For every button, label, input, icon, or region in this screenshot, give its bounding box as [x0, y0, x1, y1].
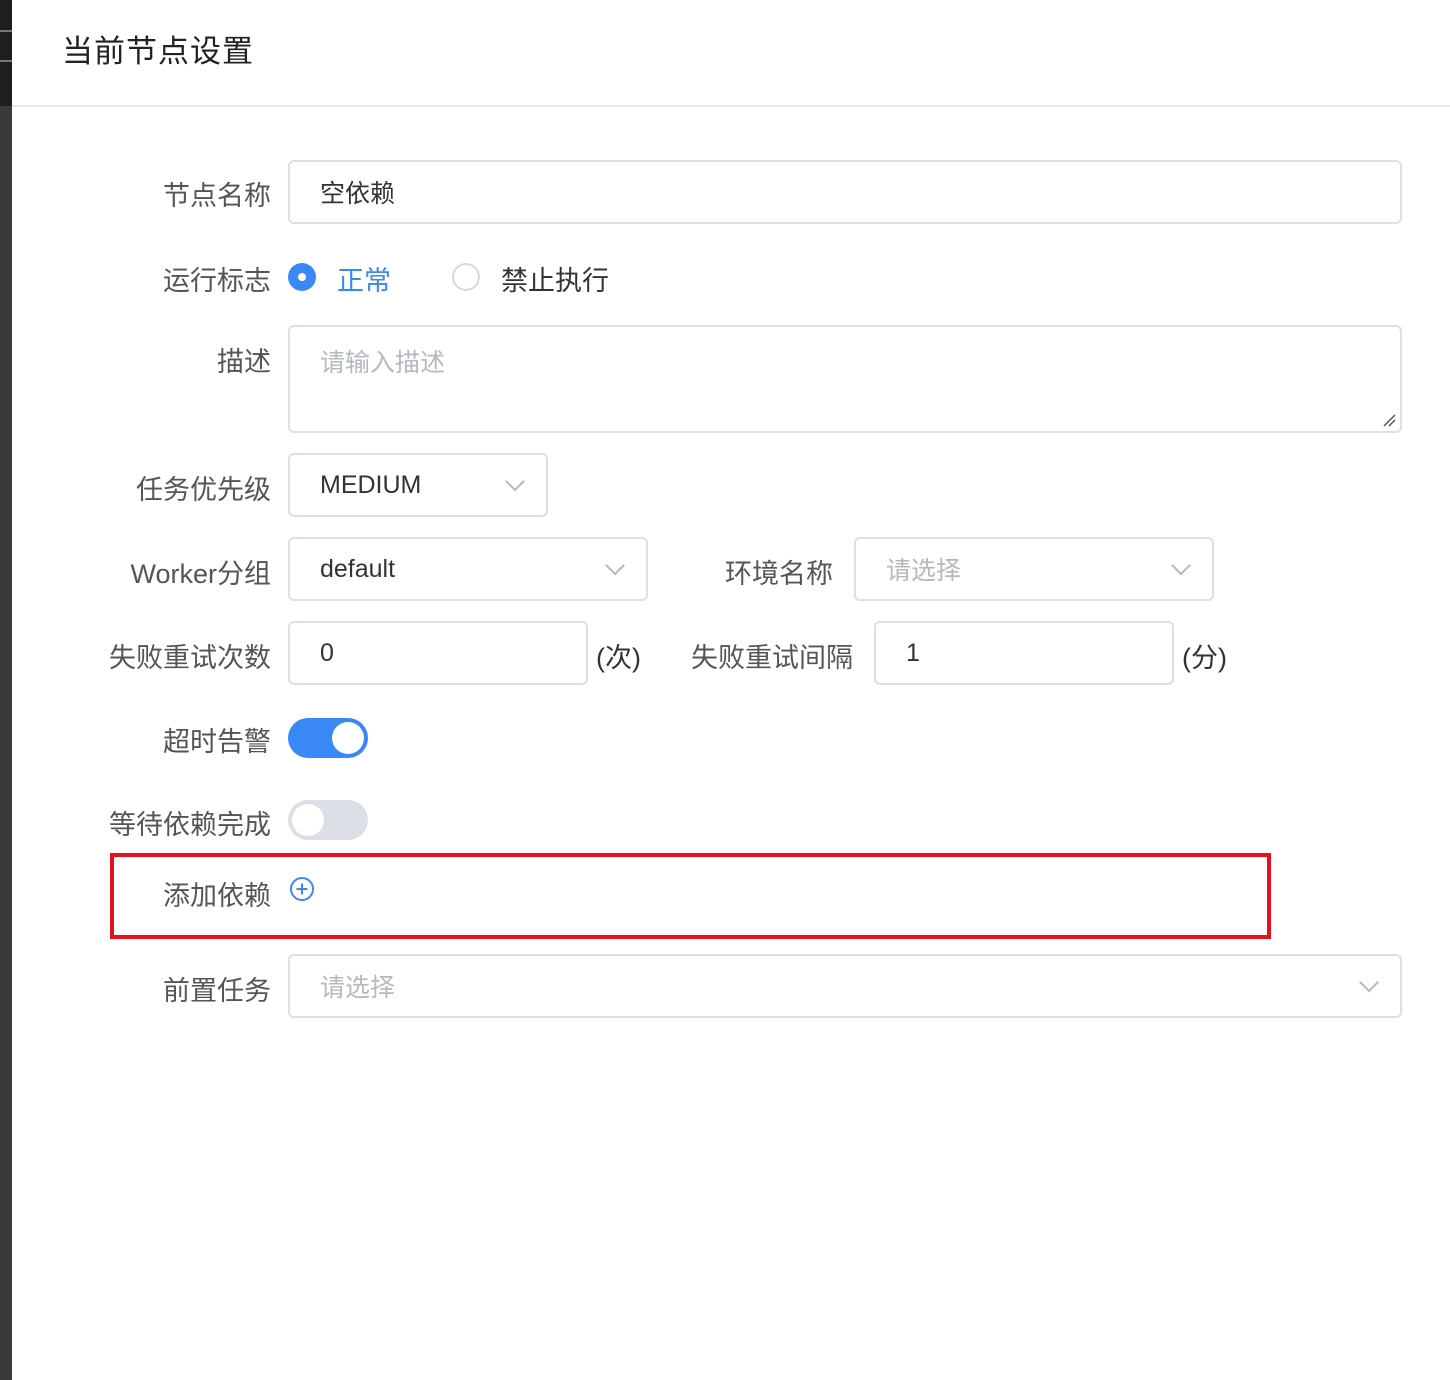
worker-group-label: Worker分组 [130, 559, 271, 589]
description-label: 描述 [217, 347, 271, 377]
description-placeholder: 请输入描述 [320, 349, 446, 377]
radio-forbidden[interactable] [452, 263, 480, 291]
node-name-value: 空依赖 [320, 180, 396, 208]
node-settings-drawer: 当前节点设置 节点名称 空依赖 运行标志 正常 禁止执行 描述 请输入描述 任务… [12, 0, 1450, 1380]
chevron-down-icon [505, 471, 525, 492]
node-name-label: 节点名称 [163, 181, 271, 211]
dialog-header: 当前节点设置 [12, 0, 1450, 107]
plus-circle-icon[interactable] [289, 876, 315, 902]
left-edge-tick [0, 30, 12, 32]
left-edge-dark-area [0, 0, 12, 106]
worker-group-value: default [320, 554, 396, 583]
left-window-edge [0, 0, 12, 1380]
worker-group-select[interactable]: default [288, 537, 648, 601]
radio-normal[interactable] [288, 263, 316, 291]
timeout-alarm-switch[interactable] [288, 718, 368, 758]
dialog-title: 当前节点设置 [62, 34, 254, 69]
radio-normal-label[interactable]: 正常 [337, 259, 391, 298]
resize-handle-icon[interactable] [1382, 413, 1396, 427]
failed-retry-times-value: 0 [320, 638, 334, 667]
task-priority-select[interactable]: MEDIUM [288, 453, 548, 517]
left-edge-tick [0, 60, 12, 62]
radio-forbidden-label[interactable]: 禁止执行 [501, 259, 609, 298]
timeout-alarm-label: 超时告警 [163, 727, 271, 757]
chevron-down-icon [605, 555, 625, 576]
failed-retry-times-suffix: (次) [596, 643, 641, 673]
add-dependency-label: 添加依赖 [163, 881, 271, 911]
failed-retry-interval-label: 失败重试间隔 [691, 643, 853, 673]
pre-tasks-placeholder: 请选择 [320, 974, 396, 1002]
node-name-input[interactable]: 空依赖 [288, 160, 1402, 224]
failed-retry-interval-input[interactable]: 1 [874, 621, 1174, 685]
description-textarea[interactable]: 请输入描述 [288, 325, 1402, 433]
failed-retry-times-input[interactable]: 0 [288, 621, 588, 685]
switch-knob [292, 804, 324, 836]
task-priority-label: 任务优先级 [136, 475, 271, 505]
wait-dependency-switch[interactable] [288, 800, 368, 840]
switch-knob [332, 722, 364, 754]
chevron-down-icon [1171, 555, 1191, 576]
environment-name-label: 环境名称 [725, 559, 833, 589]
failed-retry-times-label: 失败重试次数 [109, 643, 271, 673]
chevron-down-icon [1359, 972, 1379, 993]
pre-tasks-select[interactable]: 请选择 [288, 954, 1402, 1018]
wait-dependency-label: 等待依赖完成 [109, 810, 271, 840]
highlight-annotation-box [110, 853, 1271, 939]
run-flag-label: 运行标志 [163, 266, 271, 296]
pre-tasks-label: 前置任务 [163, 976, 271, 1006]
failed-retry-interval-value: 1 [906, 638, 920, 667]
failed-retry-interval-suffix: (分) [1182, 643, 1227, 673]
environment-name-select[interactable]: 请选择 [854, 537, 1214, 601]
environment-name-placeholder: 请选择 [886, 557, 962, 585]
task-priority-value: MEDIUM [320, 470, 422, 499]
